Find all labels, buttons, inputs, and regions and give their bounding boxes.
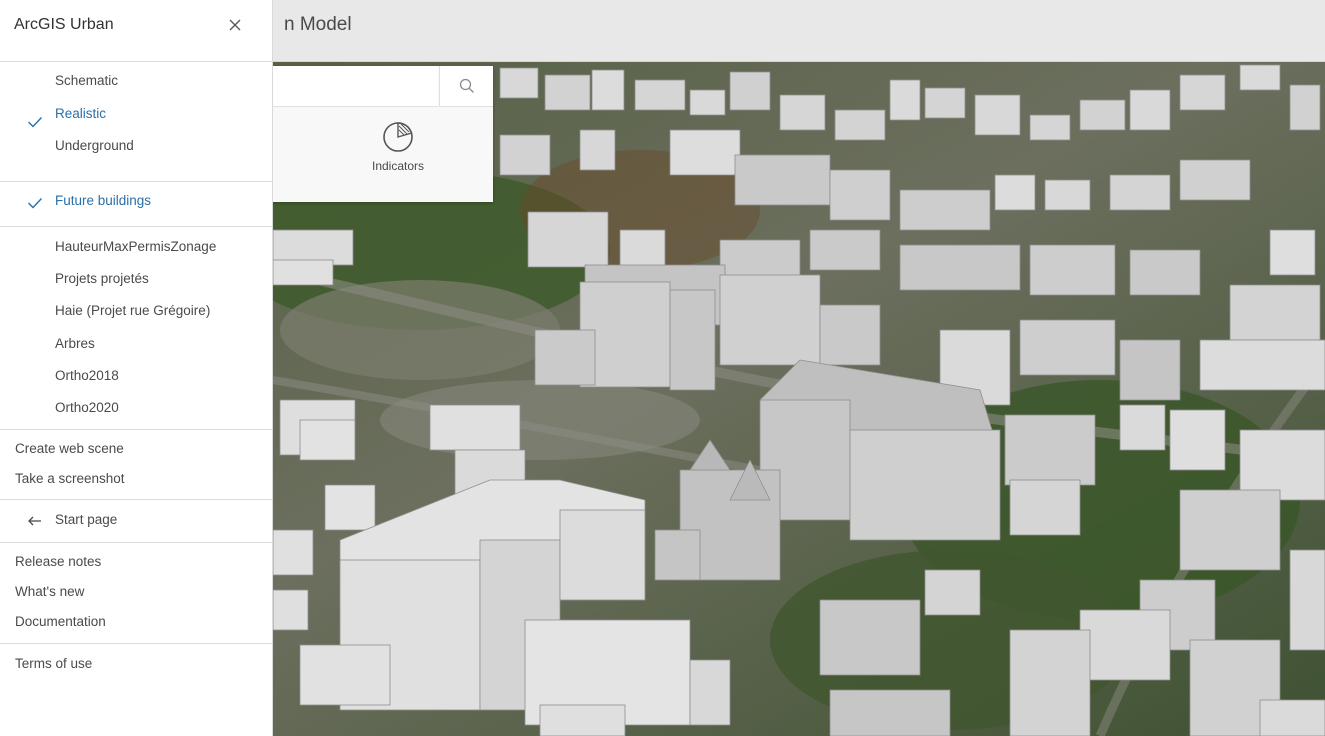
create-web-scene-link[interactable]: Create web scene	[0, 441, 272, 471]
whats-new-link[interactable]: What's new	[0, 584, 272, 614]
layer-label: Arbres	[55, 335, 95, 351]
documentation-link[interactable]: Documentation	[0, 614, 272, 632]
close-icon	[229, 19, 241, 31]
layer-label: Haie (Projet rue Grégoire)	[55, 303, 211, 319]
menu-item-label: Take a screenshot	[15, 471, 125, 487]
menu-item-label: Terms of use	[15, 656, 93, 672]
menu-item-future-buildings[interactable]: Future buildings	[0, 193, 272, 214]
layer-item[interactable]: HauteurMaxPermisZonage	[0, 239, 272, 271]
menu-header: ArcGIS Urban	[0, 0, 272, 62]
search-input[interactable]	[272, 66, 438, 107]
info-group: Release notes What's new Documentation	[0, 543, 272, 645]
menu-item-label: Realistic	[55, 105, 107, 121]
arrow-left-icon	[28, 516, 41, 526]
menu-item-label: Documentation	[15, 614, 106, 630]
start-page-link[interactable]: Start page	[0, 512, 272, 530]
indicators-button[interactable]: Indicators	[362, 121, 434, 191]
app-title: ArcGIS Urban	[14, 16, 114, 33]
pie-chart-icon	[383, 122, 413, 152]
menu-item-underground[interactable]: Underground	[0, 138, 272, 171]
menu-item-label: Release notes	[15, 554, 102, 570]
menu-item-label: Create web scene	[15, 441, 124, 457]
layer-label: Projets projetés	[55, 270, 149, 286]
search-icon	[459, 78, 474, 93]
side-menu: ArcGIS Urban Schematic Realistic Undergr…	[0, 0, 273, 736]
menu-item-label: Schematic	[55, 73, 119, 88]
release-notes-link[interactable]: Release notes	[0, 554, 272, 584]
menu-item-label: Start page	[55, 512, 118, 528]
menu-item-schematic[interactable]: Schematic	[0, 73, 272, 106]
layer-item[interactable]: Ortho2020	[0, 400, 272, 418]
indicators-label: Indicators	[371, 159, 425, 173]
layer-label: Ortho2020	[55, 400, 119, 416]
layer-label: Ortho2018	[55, 368, 119, 384]
layers-group: HauteurMaxPermisZonage Projets projetés …	[0, 227, 272, 431]
terms-of-use-link[interactable]: Terms of use	[0, 656, 272, 674]
future-buildings-group: Future buildings	[0, 182, 272, 227]
layer-item[interactable]: Arbres	[0, 336, 272, 368]
terms-group: Terms of use	[0, 644, 272, 674]
close-menu-button[interactable]	[224, 14, 246, 36]
layer-item[interactable]: Haie (Projet rue Grégoire)	[0, 303, 272, 335]
view-mode-group: Schematic Realistic Underground	[0, 62, 272, 182]
menu-item-label: What's new	[15, 584, 85, 600]
menu-item-realistic[interactable]: Realistic	[0, 106, 272, 139]
tool-panel: Indicators	[272, 66, 493, 202]
actions-group: Create web scene Take a screenshot	[0, 430, 272, 501]
layer-item[interactable]: Projets projetés	[0, 271, 272, 303]
check-icon	[28, 198, 43, 209]
check-icon	[28, 116, 43, 128]
layer-item[interactable]: Ortho2018	[0, 368, 272, 400]
start-page-group: Start page	[0, 500, 272, 544]
menu-item-label: Future buildings	[55, 192, 152, 208]
layer-label: HauteurMaxPermisZonage	[55, 238, 217, 254]
page-title: n Model	[284, 14, 352, 35]
menu-item-label: Underground	[55, 138, 134, 153]
take-screenshot-link[interactable]: Take a screenshot	[0, 471, 272, 489]
search-button[interactable]	[439, 66, 493, 107]
